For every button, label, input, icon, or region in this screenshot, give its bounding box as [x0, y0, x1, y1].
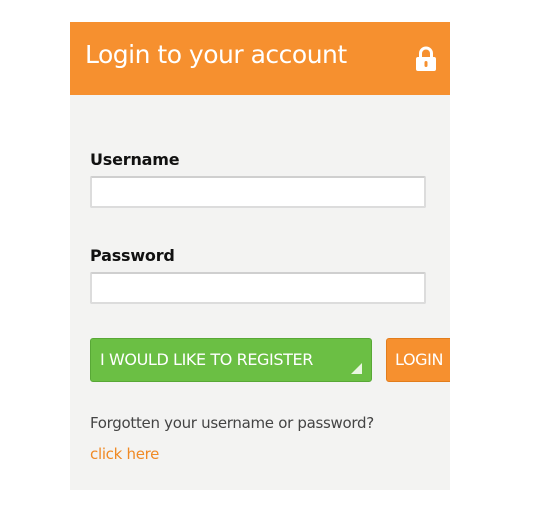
- password-input[interactable]: [90, 272, 426, 304]
- username-label: Username: [90, 150, 180, 169]
- corner-triangle-icon: [351, 363, 362, 374]
- password-label: Password: [90, 246, 175, 265]
- register-button-label: I WOULD LIKE TO REGISTER: [100, 350, 313, 369]
- forgot-credentials-text: Forgotten your username or password?: [90, 414, 374, 432]
- lock-icon: [416, 46, 436, 71]
- login-button[interactable]: LOGIN: [386, 338, 450, 382]
- login-button-label: LOGIN: [395, 350, 444, 369]
- panel-header: Login to your account: [70, 22, 450, 95]
- page: Login to your account Username Password …: [0, 0, 542, 506]
- panel-title: Login to your account: [85, 40, 347, 69]
- login-panel: Login to your account Username Password …: [70, 22, 450, 490]
- forgot-credentials-link[interactable]: click here: [90, 445, 159, 463]
- username-input[interactable]: [90, 176, 426, 208]
- register-button[interactable]: I WOULD LIKE TO REGISTER: [90, 338, 372, 382]
